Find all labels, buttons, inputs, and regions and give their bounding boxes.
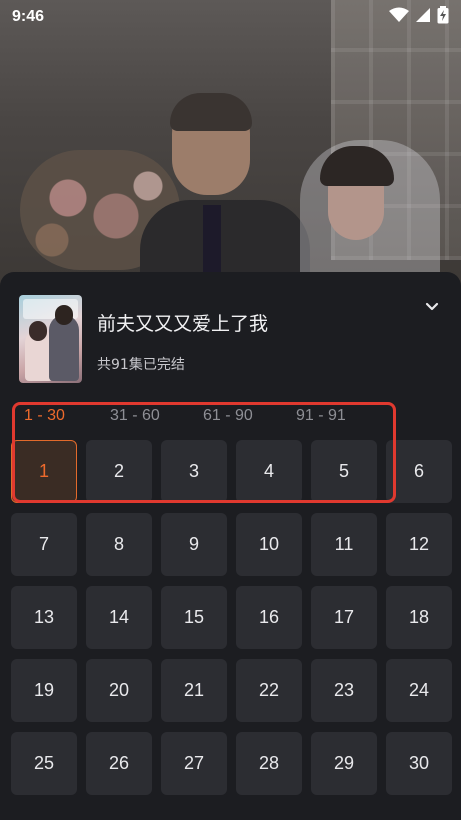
episode-button-24[interactable]: 24 [386, 659, 452, 722]
wifi-icon [389, 7, 409, 27]
episode-button-28[interactable]: 28 [236, 732, 302, 795]
signal-icon [415, 7, 431, 27]
episode-grid: 1 2 3 4 5 6 7 8 9 10 11 12 13 14 15 16 17 18 19 20 21 22 23 24 2… [0, 272, 461, 820]
episode-button-6[interactable]: 6 [386, 440, 452, 503]
status-time: 9:46 [12, 8, 45, 25]
episode-button-25[interactable]: 25 [11, 732, 77, 795]
episode-button-23[interactable]: 23 [311, 659, 377, 722]
video-person-groom-father [140, 93, 310, 300]
episode-sheet: 前夫又又又爱上了我 共91集已完结 1 - 30 31 - 60 61 - 90… [0, 272, 461, 820]
episode-button-17[interactable]: 17 [311, 586, 377, 649]
episode-button-10[interactable]: 10 [236, 513, 302, 576]
episode-button-14[interactable]: 14 [86, 586, 152, 649]
episode-button-22[interactable]: 22 [236, 659, 302, 722]
episode-button-29[interactable]: 29 [311, 732, 377, 795]
battery-charging-icon [437, 6, 449, 28]
episode-button-3[interactable]: 3 [161, 440, 227, 503]
episode-button-5[interactable]: 5 [311, 440, 377, 503]
episode-button-9[interactable]: 9 [161, 513, 227, 576]
episode-button-1[interactable]: 1 [11, 440, 77, 503]
episode-button-11[interactable]: 11 [311, 513, 377, 576]
episode-button-15[interactable]: 15 [161, 586, 227, 649]
episode-button-26[interactable]: 26 [86, 732, 152, 795]
episode-button-27[interactable]: 27 [161, 732, 227, 795]
episode-button-19[interactable]: 19 [11, 659, 77, 722]
episode-button-4[interactable]: 4 [236, 440, 302, 503]
episode-button-13[interactable]: 13 [11, 586, 77, 649]
video-player[interactable] [0, 0, 461, 300]
episode-button-2[interactable]: 2 [86, 440, 152, 503]
episode-button-7[interactable]: 7 [11, 513, 77, 576]
episode-button-20[interactable]: 20 [86, 659, 152, 722]
episode-button-16[interactable]: 16 [236, 586, 302, 649]
status-bar: 9:46 [0, 0, 461, 34]
episode-button-12[interactable]: 12 [386, 513, 452, 576]
episode-button-21[interactable]: 21 [161, 659, 227, 722]
episode-button-18[interactable]: 18 [386, 586, 452, 649]
episode-button-8[interactable]: 8 [86, 513, 152, 576]
episode-button-30[interactable]: 30 [386, 732, 452, 795]
